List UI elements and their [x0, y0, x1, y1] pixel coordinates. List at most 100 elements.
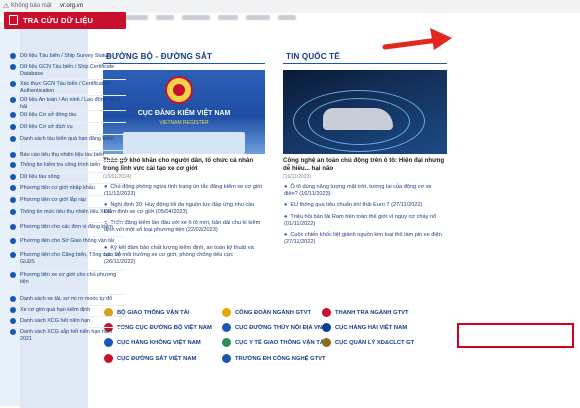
waterway-logo-icon — [222, 323, 231, 332]
link-bullet-icon — [10, 252, 16, 258]
divider — [10, 222, 126, 223]
link-bullet-icon — [10, 197, 16, 203]
partner-link[interactable]: TRƯỜNG ĐH CÔNG NGHỆ GTVT — [222, 354, 326, 364]
warning-icon[interactable]: ⚠ — [3, 2, 9, 10]
sidebar-header: TRA CỨU DỮ LIỆU — [4, 12, 126, 29]
divider — [10, 250, 126, 251]
health-logo-icon — [222, 338, 231, 347]
sidebar-item-label: Danh sách tàu biển quá hạn đăng kiểm — [20, 136, 114, 142]
list-item[interactable]: ● EU thông qua tiêu chuẩn khí thải Euro 7… — [284, 202, 446, 209]
link-bullet-icon — [10, 329, 16, 335]
partner-link[interactable]: CỤC Y TẾ GIAO THÔNG VẬN TẢI — [222, 338, 326, 348]
railway-logo-icon — [104, 354, 113, 363]
link-bullet-icon — [10, 272, 16, 278]
bookmark-item[interactable] — [124, 15, 148, 20]
university-logo-icon — [222, 354, 231, 363]
link-bullet-icon — [10, 185, 16, 191]
link-bullet-icon — [10, 152, 16, 158]
divider — [10, 294, 126, 295]
car-shape — [323, 108, 393, 130]
sidebar-item-label: Báo cáo tiêu thụ nhiên liệu tàu biển — [20, 152, 105, 158]
divider — [10, 62, 126, 63]
sidebar-item-label: Dữ liệu Cơ sở đóng tàu — [20, 112, 77, 118]
sidebar-item-label: Phương tiện cho Cảng biển, Tổng cục, Sở … — [20, 252, 122, 265]
sidebar-item-label: Xe cơ giới quá hạn kiểm định — [20, 307, 91, 313]
article-title-right[interactable]: Công nghệ an toàn chủ động trên ô tô: Hi… — [283, 157, 447, 173]
document-icon — [9, 15, 18, 25]
register-logo-icon — [165, 76, 193, 104]
divider — [10, 110, 126, 111]
inspectorate-logo-icon — [322, 308, 331, 317]
sidebar-item-label: Thông tin kiểm tra công trình biển — [20, 162, 101, 168]
construction-logo-icon — [322, 338, 331, 347]
divider — [10, 134, 126, 135]
link-bullet-icon — [10, 224, 16, 230]
sidebar-title: TRA CỨU DỮ LIỆU — [23, 16, 94, 25]
link-bullet-icon — [10, 209, 16, 215]
link-bullet-icon — [10, 53, 16, 59]
partner-link[interactable]: CỤC QUẢN LÝ XD&CLCT GT — [322, 338, 414, 348]
link-bullet-icon — [10, 307, 16, 313]
divider — [10, 207, 126, 208]
divider — [10, 327, 126, 328]
list-item[interactable]: ● Triệu hồi bản tải Ram trên toàn thế giớ… — [284, 214, 446, 228]
bookmark-item[interactable] — [156, 15, 174, 20]
list-item[interactable]: ● Kỳ kết đảm bảo chất lượng kiểm định, an… — [104, 245, 264, 266]
partner-link[interactable]: THANH TRA NGÀNH GTVT — [322, 308, 409, 318]
divider — [10, 122, 126, 123]
sidebar-item-label: Danh sách XCG sắp hết niên hạn năm 2021 — [20, 329, 113, 342]
divider — [10, 195, 126, 196]
sidebar-item-label: Xác thực GCN Tàu biển / Certification Au… — [20, 81, 111, 94]
sidebar-item-label: Danh sách xe tải, sơ mi rơ moóc tự đổ — [20, 296, 113, 302]
divider — [10, 305, 126, 306]
divider — [10, 79, 126, 80]
partner-link[interactable]: CỤC ĐƯỜNG THỦY NỘI ĐỊA VN — [222, 323, 322, 333]
sidebar-item-label: Dữ liệu Tàu biển / Ship Survey Status — [20, 53, 111, 59]
article-image-right[interactable] — [283, 70, 447, 154]
partner-link[interactable]: CỤC ĐƯỜNG SẮT VIỆT NAM — [104, 354, 196, 364]
link-bullet-icon — [10, 318, 16, 324]
link-bullet-icon — [10, 296, 16, 302]
bookmark-item[interactable] — [218, 15, 238, 20]
divider — [10, 150, 126, 151]
sidebar-item-label: Dữ liệu GCN Tàu biển / Ship Certificate … — [20, 64, 115, 77]
sidebar-item-label: Phương tiện cơ giới nhập khẩu — [20, 185, 95, 191]
security-label[interactable]: Không bảo mật — [11, 3, 52, 9]
divider — [10, 183, 126, 184]
link-bullet-icon — [10, 136, 16, 142]
list-item[interactable]: ● Cuộc chiến khốc liệt giành nguồn kim lo… — [284, 232, 446, 246]
list-item[interactable]: ● Chủ động phòng ngừa tình trạng ùn tắc đ… — [104, 184, 264, 198]
sidebar-item-label: Phương tiện cho Sở Giao thông vận tải — [20, 238, 114, 244]
sidebar-item-label: Danh sách XCG hết niên hạn — [20, 318, 91, 324]
section-title-international[interactable]: TIN QUỐC TẾ — [286, 52, 340, 61]
list-item[interactable]: ● Nghị định 30: Huy động tối đa nguồn lực… — [104, 202, 264, 216]
divider — [10, 316, 126, 317]
divider — [10, 236, 126, 237]
article-title-left[interactable]: Tháo gỡ khó khăn cho người dân, tổ chức … — [103, 157, 265, 173]
sidebar-item-label: Dữ liệu tàu sông — [20, 174, 60, 180]
list-item[interactable]: ● Ô tô dùng năng lượng mặt trời, tương la… — [284, 184, 446, 198]
article-image-left[interactable]: CỤC ĐĂNG KIỂM VIỆT NAM VIETNAM REGISTER — [103, 70, 265, 154]
podium-shape — [123, 132, 245, 154]
bookmark-item[interactable] — [278, 15, 296, 20]
divider — [103, 63, 265, 64]
bookmark-item[interactable] — [246, 15, 270, 20]
thumb-subcaption: VIETNAM REGISTER — [159, 120, 209, 126]
link-bullet-icon — [10, 64, 16, 70]
divider — [10, 95, 126, 96]
link-bullet-icon — [10, 238, 16, 244]
link-bullet-icon — [10, 97, 16, 103]
thumb-caption: CỤC ĐĂNG KIỂM VIỆT NAM — [137, 110, 231, 117]
article-date-right: (16/11/2023) — [283, 174, 311, 180]
link-bullet-icon — [10, 112, 16, 118]
highlight-box — [457, 323, 574, 348]
url-text[interactable]: vr.org.vn — [60, 3, 83, 9]
list-item[interactable]: ● Triển đăng kiểm lần đầu với xe ô tô mới… — [104, 220, 264, 234]
divider — [10, 172, 126, 173]
link-bullet-icon — [10, 162, 16, 168]
link-bullet-icon — [10, 174, 16, 180]
sidebar-item-label: Thông tin mức tiêu thụ nhiên liệu XCG — [20, 209, 112, 215]
partner-link[interactable]: CỤC HÀNG HẢI VIỆT NAM — [322, 323, 407, 333]
bookmark-item[interactable] — [182, 15, 210, 20]
partner-link[interactable]: CÔNG ĐOÀN NGÀNH GTVT — [222, 308, 311, 318]
